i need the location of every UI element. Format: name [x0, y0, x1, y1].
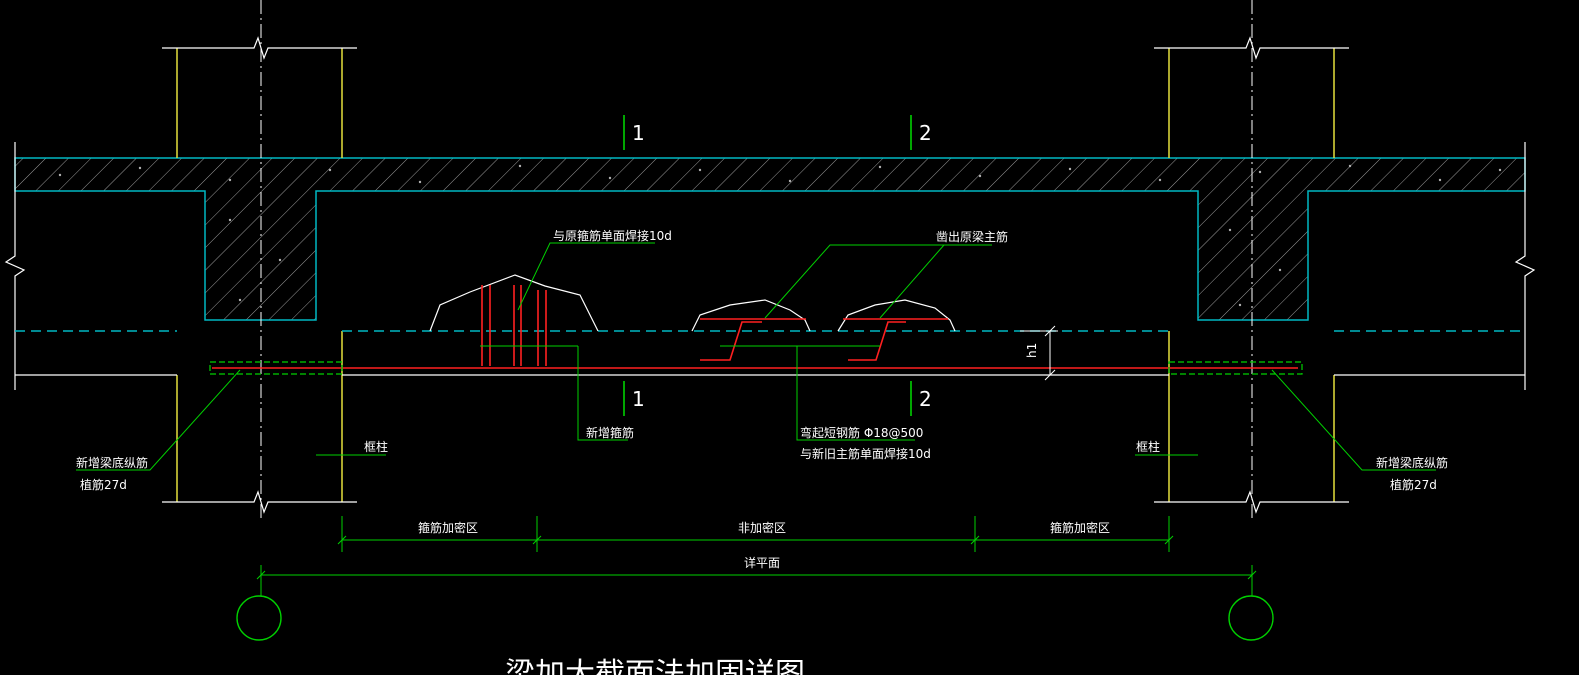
note-column-left: 框柱	[364, 439, 388, 454]
grid-bubble-left	[236, 595, 282, 641]
slab-hatch	[14, 157, 1526, 321]
height-label-h1: h1	[1025, 343, 1039, 358]
column-break-lines	[162, 36, 1349, 514]
dim-overall: 详平面	[744, 555, 780, 570]
dim-zone-left: 箍筋加密区	[418, 520, 478, 535]
slab-and-beams	[14, 157, 1526, 321]
note-bent-bar-line2: 与新旧主筋单面焊接10d	[800, 446, 931, 461]
dim-zone-right: 箍筋加密区	[1050, 520, 1110, 535]
note-bent-bar-line1: 弯起短钢筋 Φ18@500	[800, 425, 923, 440]
note-new-bottom-bar-right-1: 新增梁底纵筋	[1376, 455, 1448, 470]
rebar	[212, 285, 1298, 369]
note-new-bottom-bar-left-2: 植筋27d	[80, 477, 127, 492]
note-chip-existing-main-bar: 凿出原梁主筋	[936, 229, 1008, 244]
note-column-right: 框柱	[1136, 439, 1160, 454]
columns	[176, 48, 1335, 502]
section-mark-2-top: 2	[919, 121, 932, 145]
beam-strengthening-drawing: 1 2 1 2 与原箍筋单面焊接10d 凿出原梁主筋 新增箍筋 弯起短钢筋 Φ1…	[4, 0, 1536, 675]
section-mark-1-top: 1	[632, 121, 645, 145]
chipped-openings	[429, 274, 956, 332]
note-new-stirrup: 新增箍筋	[586, 425, 634, 440]
grid-bubble-right	[1228, 595, 1274, 641]
dim-zone-middle: 非加密区	[738, 520, 786, 535]
note-weld-existing-stirrup: 与原箍筋单面焊接10d	[553, 228, 672, 243]
note-new-bottom-bar-right-2: 植筋27d	[1390, 477, 1437, 492]
section-mark-1-bottom: 1	[632, 387, 645, 411]
grid-bubbles	[236, 595, 1274, 641]
axis-lines	[260, 0, 1253, 520]
note-new-bottom-bar-left-1: 新增梁底纵筋	[76, 455, 148, 470]
drawing-title: 梁加大截面法加固详图	[505, 657, 805, 675]
section-mark-2-bottom: 2	[919, 387, 932, 411]
